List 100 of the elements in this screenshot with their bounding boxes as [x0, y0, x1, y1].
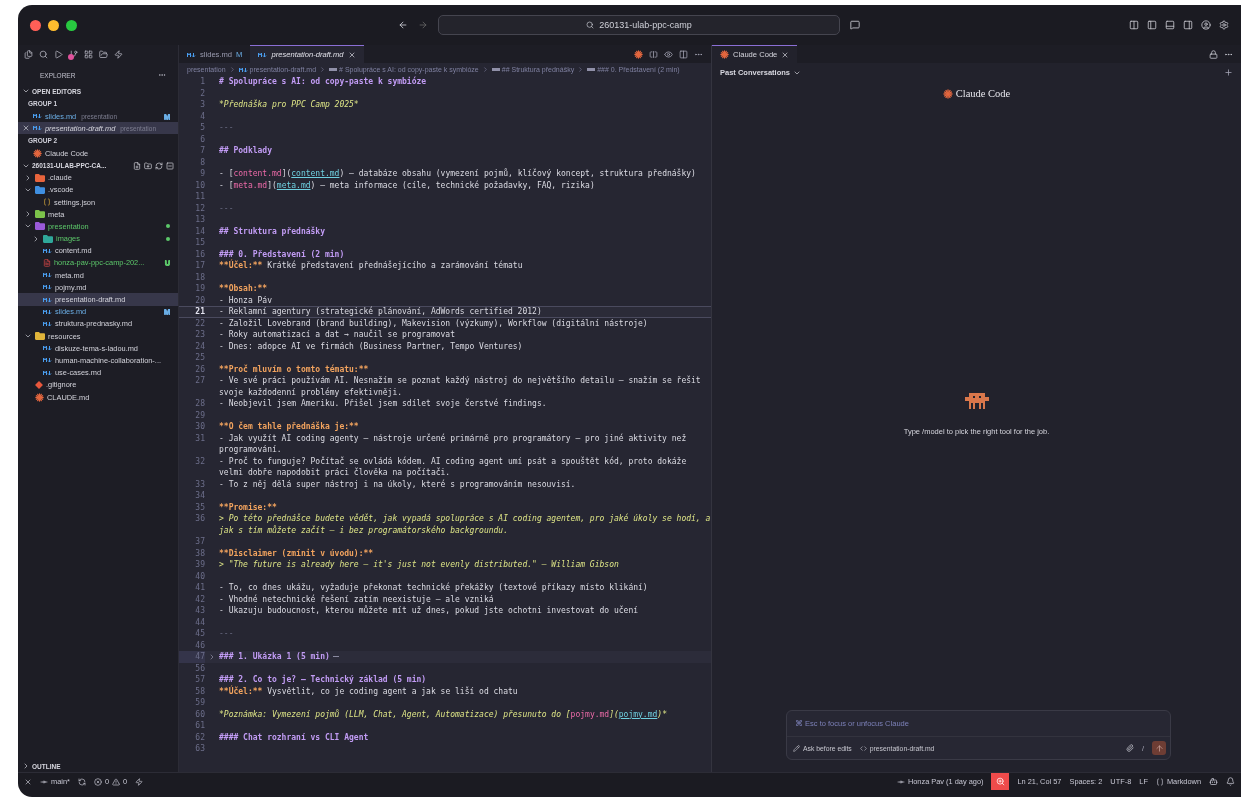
code-line: - Honza Páv [219, 294, 273, 306]
layout-icon[interactable] [1129, 20, 1139, 30]
line-number: 15 [194, 237, 205, 249]
run-icon[interactable] [54, 49, 63, 59]
zoom-icon [996, 777, 1005, 786]
line-number: 10 [194, 179, 205, 191]
folder-icon[interactable] [99, 49, 108, 59]
markdown-file-icon [33, 113, 42, 120]
panel-toggle-icon[interactable] [1165, 20, 1175, 30]
close-icon[interactable] [781, 50, 790, 59]
zoom-window-button[interactable] [66, 19, 77, 31]
symbol-icon [329, 67, 338, 72]
code-line: #### Chat rozhraní vs CLI Agent [219, 731, 370, 743]
line-number: 24 [194, 340, 205, 352]
code-line: **Promise:** [219, 501, 278, 513]
line-number: 46 [194, 639, 205, 651]
collapse-icon[interactable] [166, 161, 174, 170]
lock-icon[interactable] [1209, 49, 1218, 59]
line-number: 26 [194, 363, 205, 375]
preview-icon[interactable] [664, 49, 673, 59]
lightning-icon[interactable] [135, 777, 144, 786]
line-number: 31 [194, 432, 205, 444]
markdown-file-icon [258, 51, 268, 58]
new-conversation-button[interactable] [1224, 68, 1233, 77]
code-line: - Vhodné netechnické řešení zatím neexistuje – ale vzniká [219, 593, 495, 605]
line-number: 6 [199, 133, 205, 145]
line-number: 56 [194, 662, 205, 674]
more-icon[interactable] [158, 71, 166, 79]
bell-icon[interactable] [1226, 777, 1235, 786]
settings-icon[interactable] [1219, 20, 1229, 30]
markdown-file-icon [33, 125, 42, 132]
workspace-name: 260131-ulab-ppc-camp [599, 20, 692, 30]
command-search-field[interactable]: 260131-ulab-ppc-camp [438, 15, 840, 35]
asterisk-logo-icon [33, 148, 42, 158]
markdown-file-icon [43, 345, 52, 352]
code-line: - Proč to funguje? Počítač se ovládá kódem. AI coding agent umí psát a spouštět kód, proto dokáže velmi dobře napodobit práci člověka na počítači. [219, 455, 688, 479]
send-button[interactable] [1152, 741, 1166, 755]
markdown-file-icon [43, 357, 52, 364]
line-number: 45 [194, 628, 205, 640]
chat-icon[interactable] [850, 20, 860, 30]
remote-icon[interactable] [24, 777, 32, 786]
extensions-icon[interactable] [84, 49, 93, 59]
zoom-button[interactable] [991, 773, 1010, 790]
code-line: ## Podklady [219, 145, 273, 157]
line-number: 29 [194, 409, 205, 421]
asterisk-logo-icon [634, 49, 643, 59]
line-number: 34 [194, 490, 205, 502]
markdown-file-icon [43, 320, 52, 327]
files-icon[interactable] [24, 49, 33, 59]
code-line: - To, co dnes ukážu, vyžaduje překonat technické překážky (textové příkazy místo klikání) [219, 582, 649, 594]
chevron-right-icon [24, 173, 32, 182]
code-line: - Roky automatizací a dat → naučil se programovat [219, 329, 456, 341]
code-line: **Účel:** Krátké představení přednášejícího a zarámování tématu [219, 260, 524, 272]
code-line: - Jak využít AI coding agenty – nástroje určené primárně pro programátory – pro jiné aktivity než programování. [219, 432, 688, 456]
code-line: - [content.md](content.md) – databáze obsahu (vymezení pojmů, klíčový koncept, struktura přednášky) [219, 168, 697, 180]
code-line: --- [219, 122, 235, 134]
refresh-icon[interactable] [155, 161, 163, 170]
line-number: 17 [194, 260, 205, 272]
line-number: 44 [194, 616, 205, 628]
new-file-icon[interactable] [133, 161, 141, 170]
close-window-button[interactable] [30, 19, 41, 31]
line-number: 19 [194, 283, 205, 295]
close-icon[interactable] [22, 124, 30, 133]
line-number: 62 [194, 731, 205, 743]
line-number: 41 [194, 582, 205, 594]
back-icon[interactable] [398, 20, 408, 30]
attach-icon[interactable] [1126, 744, 1135, 752]
chevron-right-icon [228, 66, 236, 73]
line-number: 18 [194, 271, 205, 283]
secondary-sidebar-icon[interactable] [1183, 20, 1193, 30]
code-icon [859, 744, 867, 752]
line-number: 13 [194, 214, 205, 226]
line-number: 22 [194, 317, 205, 329]
sync-icon[interactable] [77, 777, 86, 786]
lightning-icon[interactable] [114, 49, 123, 59]
line-number: 60 [194, 708, 205, 720]
diff-icon[interactable] [649, 49, 658, 59]
search-icon[interactable] [39, 49, 48, 59]
chevron-down-icon [22, 87, 30, 95]
line-number: 8 [199, 156, 205, 168]
robot-icon[interactable] [1209, 777, 1218, 786]
line-number: 1 [199, 76, 205, 88]
line-number: 2 [199, 87, 205, 99]
minimize-window-button[interactable] [48, 19, 59, 31]
code-line: **Proč mluvím o tomto tématu:** [219, 363, 370, 375]
account-icon[interactable] [1201, 20, 1211, 30]
line-number: 11 [194, 191, 205, 203]
close-icon[interactable] [347, 50, 356, 59]
chevron-right-icon [481, 66, 489, 73]
split-editor-icon[interactable] [679, 49, 688, 59]
fold-chevron-icon[interactable] [208, 652, 216, 661]
chevron-right-icon [319, 66, 327, 73]
line-number: 61 [194, 720, 205, 732]
sidebar-toggle-icon[interactable] [1147, 20, 1157, 30]
new-folder-icon[interactable] [144, 161, 152, 170]
line-number: 30 [194, 421, 205, 433]
line-number: 63 [194, 743, 205, 755]
line-number: 42 [194, 593, 205, 605]
code-line: --- [219, 628, 235, 640]
code-line: - Založil Lovebrand (brand building), Makevision (výzkumy), Workflow (digitální nástroje) [219, 317, 649, 329]
